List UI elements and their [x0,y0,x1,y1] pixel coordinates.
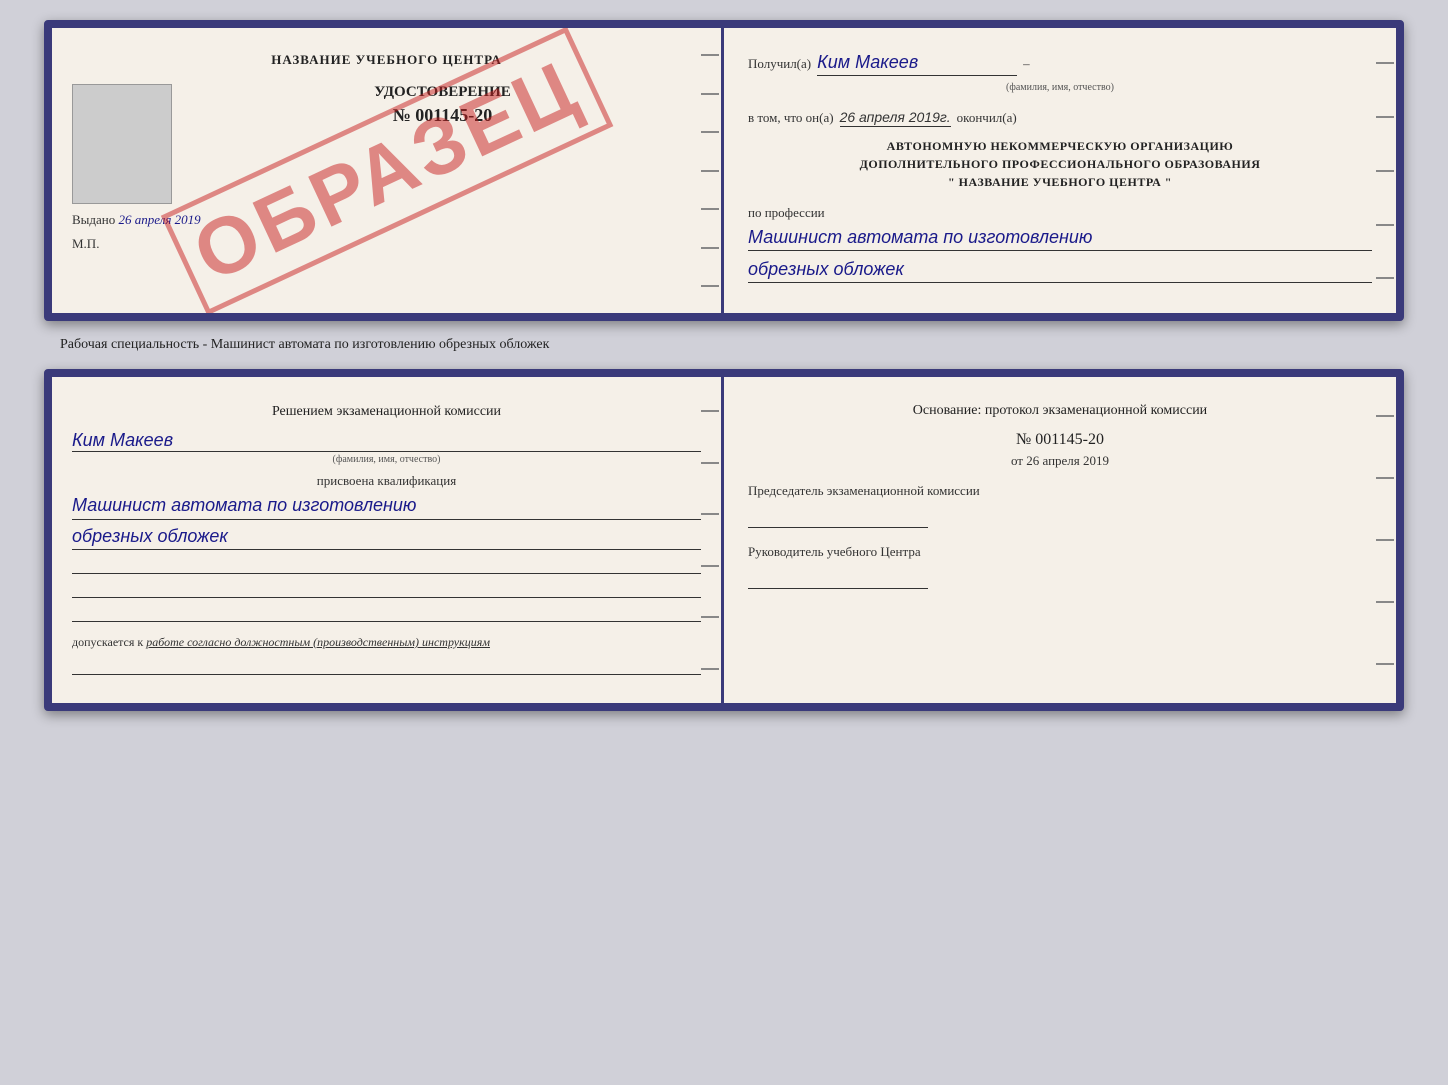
exam-subtext: (фамилия, имя, отчество) [72,454,701,465]
spine-line [1376,601,1394,603]
doc-caption: Рабочая специальность - Машинист автомат… [20,337,549,353]
date-prefix: в том, что он(а) [748,110,834,126]
recv-line: Получил(а) Ким Макеев – [748,52,1372,76]
document-2: Решением экзаменационной комиссии Ким Ма… [44,369,1404,710]
profession-line1: Машинист автомата по изготовлению [748,225,1372,251]
date-suffix: окончил(а) [957,110,1017,126]
head-sig-line [748,565,928,589]
spine-line [1376,477,1394,479]
qualif-line1: Машинист автомата по изготовлению [72,493,701,519]
doc2-left: Решением экзаменационной комиссии Ким Ма… [52,377,724,702]
allowed-italic: работе согласно должностным (производств… [146,635,490,649]
head-label: Руководитель учебного Центра [748,544,1372,561]
spine-line [701,170,719,172]
spine-line [1376,62,1394,64]
exam-name: Ким Макеев [72,430,701,452]
basis-title: Основание: протокол экзаменационной коми… [748,401,1372,421]
doc1-right: Получил(а) Ким Макеев – (фамилия, имя, о… [724,28,1396,313]
blank-line-2 [72,578,701,598]
recv-prefix: Получил(а) [748,56,811,72]
protocol-date-prefix: от [1011,453,1023,468]
spine-line [701,285,719,287]
blank-line-3 [72,602,701,622]
institution-line-3: " НАЗВАНИЕ УЧЕБНОГО ЦЕНТРА " [748,173,1372,191]
qualif-line2: обрезных обложек [72,524,701,550]
watermark-образец: ОБРАЗЕЦ [160,26,612,315]
issued-text: Выдано 26 апреля 2019 [72,212,701,228]
qualif-label: присвоена квалификация [72,473,701,489]
spine-lines-doc2-left [699,377,721,702]
spine-line [1376,170,1394,172]
spine-line [701,93,719,95]
spine-lines-doc2-right [1374,377,1396,702]
date-value: 26 апреля 2019г. [840,109,951,127]
spine-line [701,668,719,670]
institution-line-2: ДОПОЛНИТЕЛЬНОГО ПРОФЕССИОНАЛЬНОГО ОБРАЗО… [748,155,1372,173]
blank-line-4 [72,655,701,675]
spine-line [1376,539,1394,541]
spine-line [701,208,719,210]
spine-line [701,247,719,249]
exam-title: Решением экзаменационной комиссии [72,401,701,422]
protocol-date-value: 26 апреля 2019 [1026,453,1109,468]
spine-line [1376,663,1394,665]
recv-subtext: (фамилия, имя, отчество) [748,82,1372,93]
spine-line [701,410,719,412]
recv-name: Ким Макеев [817,52,1017,76]
allowed-prefix: допускается к [72,635,143,649]
spine-line [1376,224,1394,226]
photo-placeholder [72,84,172,204]
doc2-right: Основание: протокол экзаменационной коми… [724,377,1396,702]
spine-line [701,462,719,464]
spine-line [701,131,719,133]
institution-line-1: АВТОНОМНУЮ НЕКОММЕРЧЕСКУЮ ОРГАНИЗАЦИЮ [748,137,1372,155]
mp-text: М.П. [72,236,701,252]
spine-line [701,616,719,618]
blank-line-1 [72,554,701,574]
document-1: НАЗВАНИЕ УЧЕБНОГО ЦЕНТРА УДОСТОВЕРЕНИЕ №… [44,20,1404,321]
cert-title: НАЗВАНИЕ УЧЕБНОГО ЦЕНТРА [72,52,701,68]
cert-body-left: УДОСТОВЕРЕНИЕ № 001145-20 [72,84,701,126]
spine-line [701,513,719,515]
issued-section: Выдано 26 апреля 2019 [72,212,701,228]
spine-lines-left [699,28,721,313]
spine-lines-right [1374,28,1396,313]
spine-line [701,565,719,567]
profession-label: по профессии [748,205,1372,221]
chair-sig-line [748,504,928,528]
institution-block: АВТОНОМНУЮ НЕКОММЕРЧЕСКУЮ ОРГАНИЗАЦИЮ ДО… [748,137,1372,191]
doc1-left: НАЗВАНИЕ УЧЕБНОГО ЦЕНТРА УДОСТОВЕРЕНИЕ №… [52,28,724,313]
allowed-text: допускается к работе согласно должностны… [72,634,701,651]
date-line: в том, что он(а) 26 апреля 2019г. окончи… [748,109,1372,127]
chair-label: Председатель экзаменационной комиссии [748,483,1372,500]
spine-line [701,54,719,56]
spine-line [1376,415,1394,417]
spine-line [1376,277,1394,279]
spine-line [1376,116,1394,118]
protocol-num: № 001145-20 [748,431,1372,449]
protocol-date: от 26 апреля 2019 [748,453,1372,469]
profession-line2: обрезных обложек [748,257,1372,283]
